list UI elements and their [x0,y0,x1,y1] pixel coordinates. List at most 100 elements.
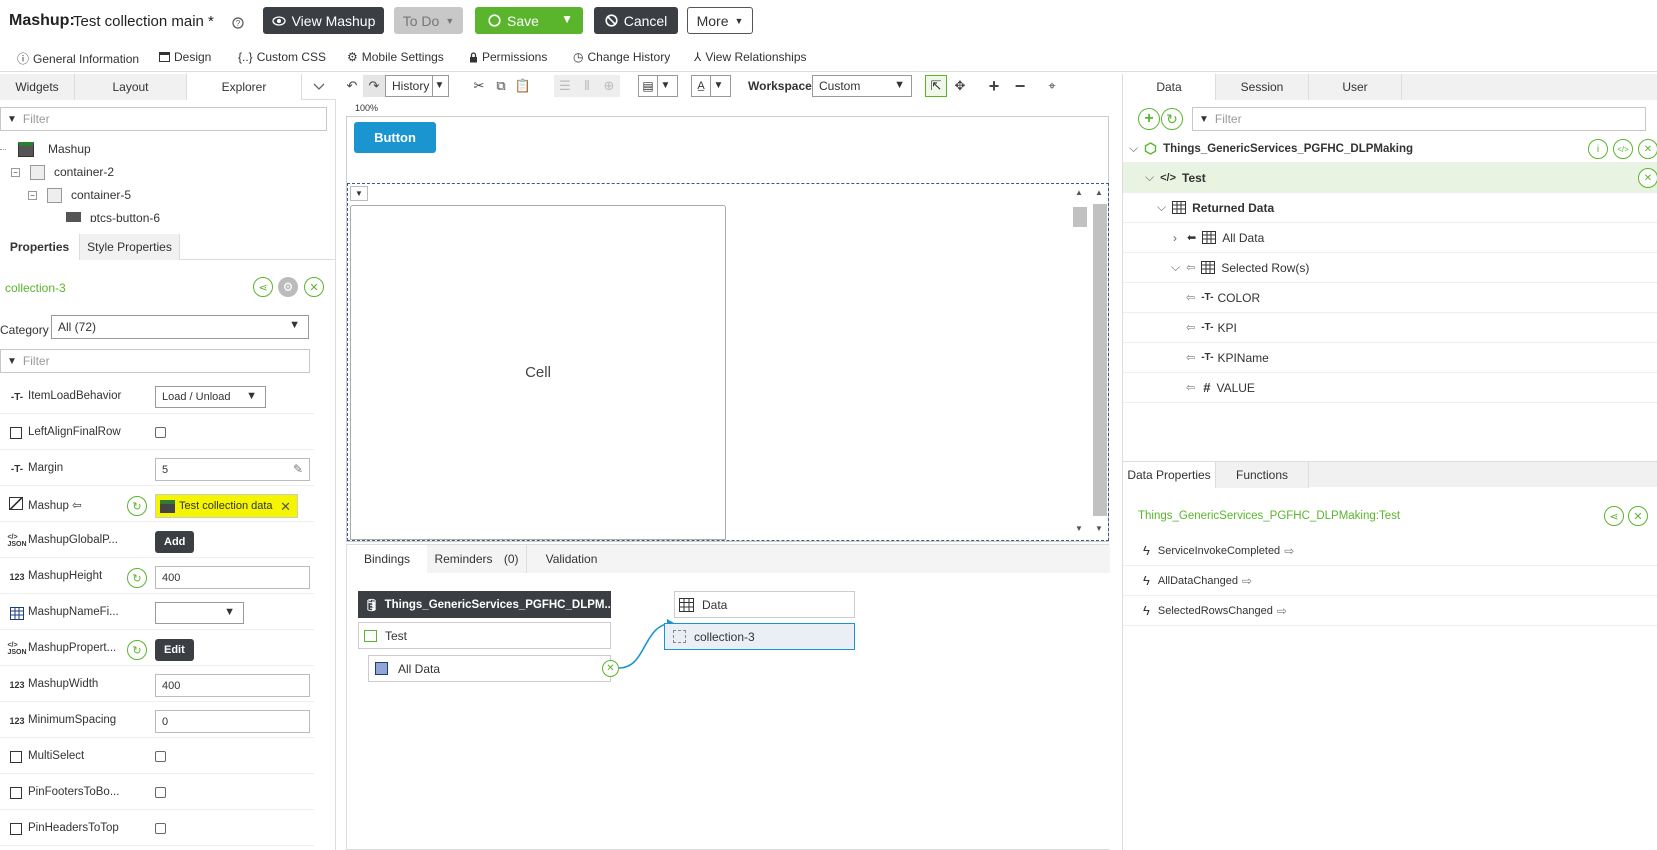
chevron-down-icon[interactable]: ⌵ [1129,141,1138,156]
binding-target-property[interactable]: Data [674,591,855,618]
save-dropdown-caret-icon[interactable]: ▼ [561,12,573,26]
multiselect-checkbox[interactable] [155,751,166,762]
tab-mobile-settings[interactable]: ⚙ Mobile Settings [347,50,444,64]
tab-design[interactable]: Design [159,50,211,64]
undo-icon[interactable]: ↶ [341,75,363,97]
language-select[interactable]: A̲ ▼ [691,75,731,97]
chevron-down-icon[interactable]: ⌵ [1157,200,1166,215]
tab-reminders[interactable]: Reminders (0) [427,545,527,573]
field-row-value[interactable]: ⇦ # VALUE [1123,373,1657,403]
binding-source-header[interactable]: 🛢 Things_GenericServices_PGFHC_DLPM... [358,591,611,618]
add-data-icon[interactable]: + [1138,108,1160,130]
chevron-down-icon[interactable]: ⌵ [1171,260,1180,275]
tab-change-history[interactable]: ◷ Change History [573,50,670,64]
returned-data-row[interactable]: ⌵ Returned Data [1123,193,1657,223]
refresh-icon[interactable]: ↻ [1161,108,1183,130]
bind-share-icon[interactable]: ⋖ [1604,506,1624,526]
tab-functions[interactable]: Functions [1216,462,1309,488]
help-circle-icon[interactable]: ? [232,17,244,29]
tab-general-information[interactable]: ⓘ General Information [17,50,139,67]
binding-service[interactable]: Test [358,622,611,649]
tree-item-mashup[interactable]: Mashup [0,138,91,160]
history-select[interactable]: History ▼ [385,75,449,97]
mashupheight-input[interactable]: 400 [155,566,310,589]
refresh-icon[interactable]: ↻ [127,496,147,516]
binding-output[interactable]: All Data [368,655,611,682]
itemloadbehavior-select[interactable]: Load / Unload ▼ [155,386,266,408]
tab-layout[interactable]: Layout [75,74,187,100]
pan-move-icon[interactable]: ✥ [949,75,971,97]
layout-select[interactable]: ▤ ▼ [638,75,678,97]
all-data-row[interactable]: › ⬅ All Data [1123,223,1657,253]
align-horizontal-icon[interactable]: ☰ [554,75,576,97]
tab-style-properties[interactable]: Style Properties [80,234,180,260]
close-circle-icon[interactable]: ✕ [1638,139,1657,159]
close-circle-icon[interactable]: ✕ [304,277,324,297]
edit-button[interactable]: Edit [155,639,194,661]
tab-custom-css[interactable]: {..} Custom CSS [238,50,326,64]
outer-scrollbar[interactable]: ▲ ▼ [1091,184,1108,540]
pinheaderstotop-checkbox[interactable] [155,823,166,834]
event-row-serviceinvokecompleted[interactable]: ϟ ServiceInvokeCompleted ⇨ [1123,536,1657,566]
zoom-in-icon[interactable]: + [983,75,1005,97]
tab-data[interactable]: Data [1123,74,1216,100]
tab-widgets[interactable]: Widgets [0,74,75,100]
todo-button[interactable]: To Do ▼ [394,7,463,34]
field-row-color[interactable]: ⇦ -T- COLOR [1123,283,1657,313]
clear-icon[interactable]: ✕ [280,499,291,515]
tree-item-container-5[interactable]: − container-5 [28,184,131,206]
target-disabled-icon[interactable]: ⊕ [598,75,620,97]
margin-input[interactable]: 5 ✎ [155,458,310,481]
data-service-row[interactable]: ⌵ </> Test ✕ [1123,163,1657,193]
close-circle-icon[interactable]: ✕ [1628,506,1648,526]
view-mashup-button[interactable]: View Mashup [263,7,384,34]
selected-rows-row[interactable]: ⌵ ⇦ Selected Row(s) [1123,253,1657,283]
cancel-button[interactable]: Cancel [594,7,678,34]
field-row-kpiname[interactable]: ⇦ -T- KPIName [1123,343,1657,373]
collection-cell[interactable]: Cell [350,205,726,540]
pencil-icon[interactable]: ✎ [293,462,303,476]
collapse-icon[interactable]: − [11,167,20,177]
save-button[interactable]: Save ▼ [475,7,583,34]
data-filter-input[interactable]: ▼ Filter [1192,107,1646,131]
gear-icon[interactable]: ⚙ [278,277,298,297]
tab-bindings[interactable]: Bindings [347,545,427,573]
align-vertical-icon[interactable]: ⦀ [576,75,598,97]
data-thing-row[interactable]: ⌵ Things_GenericServices_PGFHC_DLPMaking… [1123,135,1657,163]
crosshair-icon[interactable]: ⌖ [1041,75,1063,97]
tab-permissions[interactable]: Permissions [469,50,547,64]
tab-properties[interactable]: Properties [0,234,80,260]
category-select[interactable]: All (72) ▼ [51,315,309,339]
mashup-value-field[interactable]: Test collection data ✕ [155,494,298,518]
minimumspacing-input[interactable]: 0 [155,710,310,733]
chevron-down-icon[interactable]: ⌵ [1145,170,1154,185]
pinfooterstobottom-checkbox[interactable] [155,787,166,798]
bind-share-icon[interactable]: ⋖ [253,277,273,297]
properties-filter-input[interactable]: ▼ Filter [0,349,310,373]
select-pointer-icon[interactable]: ⇱ [925,75,947,97]
tree-item-ptcs-button-6[interactable]: ptcs-button-6 [66,207,160,222]
zoom-out-icon[interactable]: − [1009,75,1031,97]
tab-session[interactable]: Session [1216,74,1309,100]
tab-user[interactable]: User [1309,74,1402,100]
binding-target-widget[interactable]: collection-3 [664,623,855,650]
redo-icon[interactable]: ↷ [363,75,385,97]
collapse-icon[interactable]: − [28,190,37,200]
leftalignfinalrow-checkbox[interactable] [155,427,166,438]
tab-validation[interactable]: Validation [529,545,614,573]
explorer-filter-input[interactable]: ▼ Filter [0,107,327,131]
event-row-alldatachanged[interactable]: ϟ AllDataChanged ⇨ [1123,566,1657,596]
close-circle-icon[interactable]: ✕ [1638,168,1657,188]
paste-icon[interactable]: 📋 [512,75,534,97]
container-menu-icon[interactable]: ▼ [350,186,368,201]
refresh-icon[interactable]: ↻ [127,568,147,588]
mashupwidth-input[interactable]: 400 [155,674,310,697]
cut-icon[interactable]: ✂ [468,75,490,97]
event-row-selectedrowschanged[interactable]: ϟ SelectedRowsChanged ⇨ [1123,596,1657,626]
code-icon[interactable]: </> [1613,139,1633,159]
button-widget[interactable]: Button [354,122,436,153]
collection-scrollbar[interactable]: ▲ ▼ [1070,184,1088,540]
mashupnamefield-select[interactable]: ▼ [155,602,244,624]
tab-explorer[interactable]: Explorer [187,74,302,100]
info-icon[interactable]: i [1588,139,1608,159]
